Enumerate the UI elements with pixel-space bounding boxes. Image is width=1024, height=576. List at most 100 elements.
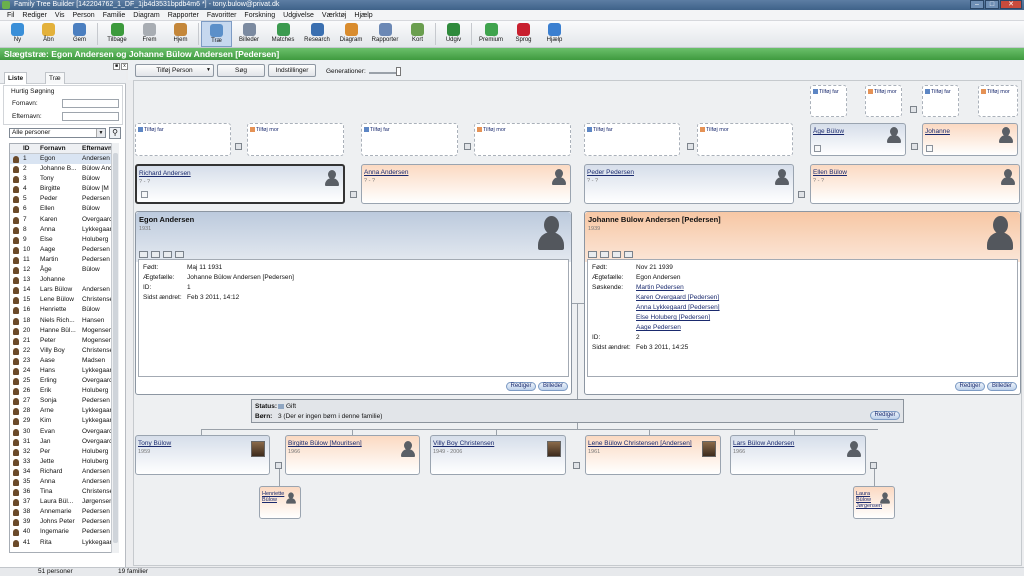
tab-list[interactable]: Liste [4,72,28,84]
table-row[interactable]: 21 Peter Mogensen [10,336,118,346]
add-father-slot[interactable]: Tilføj far [361,123,458,156]
child-card[interactable]: Villy Boy Christensen 1949 - 2006 [430,435,566,475]
toolbar-button-research[interactable]: Research [300,21,334,47]
table-row[interactable]: 16 Henriette Bülow [10,305,118,315]
family-connector-icon[interactable] [235,143,242,150]
table-row[interactable]: 6 Ellen Bülow [10,204,118,214]
grandchild-name[interactable]: Laura Bülow Jørgensen [856,491,882,509]
table-row[interactable]: 36 Tina Christensen [10,487,118,497]
panel-close-icon[interactable]: x [121,63,128,70]
search-icon[interactable]: ⚲ [109,127,121,139]
child-name[interactable]: Tony Bülow [138,440,171,447]
photos-tab-icon[interactable] [624,251,633,258]
child-card[interactable]: Birgitte Bülow [Mouritsen] 1966 [285,435,420,475]
table-row[interactable]: 25 Erling Overgaard [10,376,118,386]
person-details-icon[interactable] [814,145,821,152]
wife-pictures-button[interactable]: Billeder [987,382,1017,391]
column-last-name[interactable]: Efternavn [82,144,113,153]
column-first-name[interactable]: Fornavn [40,144,82,153]
family-connector-icon[interactable] [573,462,580,469]
table-row[interactable]: 34 Richard Andersen [10,467,118,477]
close-button[interactable]: ✕ [1000,0,1022,9]
table-row[interactable]: 37 Laura Bül... Jørgensen [10,497,118,507]
toolbar-button-matches[interactable]: Matches [266,21,300,47]
column-id[interactable]: ID [23,144,40,153]
grandchild-card[interactable]: Laura Bülow Jørgensen [853,486,895,519]
generations-slider-thumb[interactable] [396,67,401,76]
add-mother-slot[interactable]: Tilføj mor [247,123,344,156]
table-row[interactable]: 27 Sonja Pedersen [10,396,118,406]
family-connector-icon[interactable] [687,143,694,150]
maximize-button[interactable]: □ [985,0,999,9]
table-row[interactable]: 35 Anna Andersen [10,477,118,487]
table-row[interactable]: 3 Tony Bülow [10,174,118,184]
panel-pin-icon[interactable]: ■ [113,63,120,70]
table-row[interactable]: 23 Aase Madsen [10,356,118,366]
add-mother-slot[interactable]: Tilføj mor [978,85,1018,117]
add-father-slot[interactable]: Tilføj far [810,85,847,117]
grandchild-name[interactable]: Henriette Bülow [262,491,286,503]
person-details-icon[interactable] [926,145,933,152]
events-tab-icon[interactable] [151,251,160,258]
family-connector-icon[interactable] [275,462,282,469]
table-row[interactable]: 20 Hanne Bül... Mogensen [10,326,118,336]
info-tab-icon[interactable] [588,251,597,258]
settings-button[interactable]: Indstillinger [268,64,316,77]
person-card-selected[interactable]: Richard Andersen ? - ? [135,164,345,204]
person-name[interactable]: Johanne [925,128,950,135]
notes-tab-icon[interactable] [163,251,172,258]
add-person-dropdown[interactable]: Tilføj Person ▼ [135,64,214,77]
toolbar-button-map[interactable]: Kort [402,21,433,47]
toolbar-button-new[interactable]: Ny [2,21,33,47]
person-card[interactable]: Ellen Bülow ? - ? [810,164,1020,204]
table-row[interactable]: 30 Evan Overgaard [10,427,118,437]
tab-tree[interactable]: Træ [45,72,65,84]
menu-item[interactable]: Diagram [129,12,163,19]
husband-name[interactable]: Egon Andersen [139,215,194,224]
menu-item[interactable]: Forskning [240,12,279,19]
add-father-slot[interactable]: Tilføj far [922,85,959,117]
menu-item[interactable]: Rapporter [164,12,203,19]
sibling-link[interactable]: Else Holuberg [Pedersen] [636,314,710,321]
person-card[interactable]: Peder Pedersen ? - ? [584,164,794,204]
table-row[interactable]: 15 Lene Bülow Christensen [10,295,118,305]
person-card[interactable]: Johanne [922,123,1018,156]
table-row[interactable]: 13 Johanne [10,275,118,285]
toolbar-button-back-arrow[interactable]: Tilbage [100,21,134,47]
menu-item[interactable]: Rediger [18,12,51,19]
child-name[interactable]: Lars Bülow Andersen [733,440,794,447]
toolbar-button-home[interactable]: Hjem [165,21,196,47]
child-card[interactable]: Lars Bülow Andersen 1966 [730,435,866,475]
person-filter-select[interactable]: Alle personer ▼ [9,128,106,138]
table-row[interactable]: 38 Annemarie Pedersen [10,507,118,517]
toolbar-button-pictures[interactable]: Billeder [232,21,266,47]
notes-tab-icon[interactable] [612,251,621,258]
toolbar-button-tree[interactable]: Træ [201,21,232,47]
child-card[interactable]: Tony Bülow 1959 [135,435,270,475]
person-name[interactable]: Ellen Bülow [813,169,847,176]
table-row[interactable]: 9 Else Holuberg [10,235,118,245]
toolbar-button-help[interactable]: Hjælp [539,21,570,47]
info-tab-icon[interactable] [139,251,148,258]
person-name[interactable]: Anna Andersen [364,169,408,176]
events-tab-icon[interactable] [600,251,609,258]
person-list-scrollbar[interactable] [111,143,119,553]
table-row[interactable]: 29 Kim Lykkegaard [10,416,118,426]
table-row[interactable]: 33 Jette Holuberg [10,457,118,467]
family-connector-icon[interactable] [350,191,357,198]
menu-item[interactable]: Hjælp [350,12,376,19]
table-row[interactable]: 40 Ingemarie Pedersen [10,527,118,537]
search-button[interactable]: Søg [217,64,265,77]
sibling-link[interactable]: Karen Overgaard [Pedersen] [636,294,719,301]
menu-item[interactable]: Udgivelse [279,12,318,19]
toolbar-button-reports[interactable]: Rapporter [368,21,402,47]
add-mother-slot[interactable]: Tilføj mor [697,123,793,156]
family-connector-icon[interactable] [464,143,471,150]
family-connector-icon[interactable] [798,191,805,198]
person-name[interactable]: Peder Pedersen [587,169,634,176]
add-mother-slot[interactable]: Tilføj mor [474,123,571,156]
toolbar-button-save[interactable]: Gem [64,21,95,47]
table-row[interactable]: 7 Karen Overgaard [10,215,118,225]
sibling-link[interactable]: Anna Lykkegaard [Pedersen] [636,304,720,311]
table-row[interactable]: 4 Birgitte Bülow [M [10,184,118,194]
